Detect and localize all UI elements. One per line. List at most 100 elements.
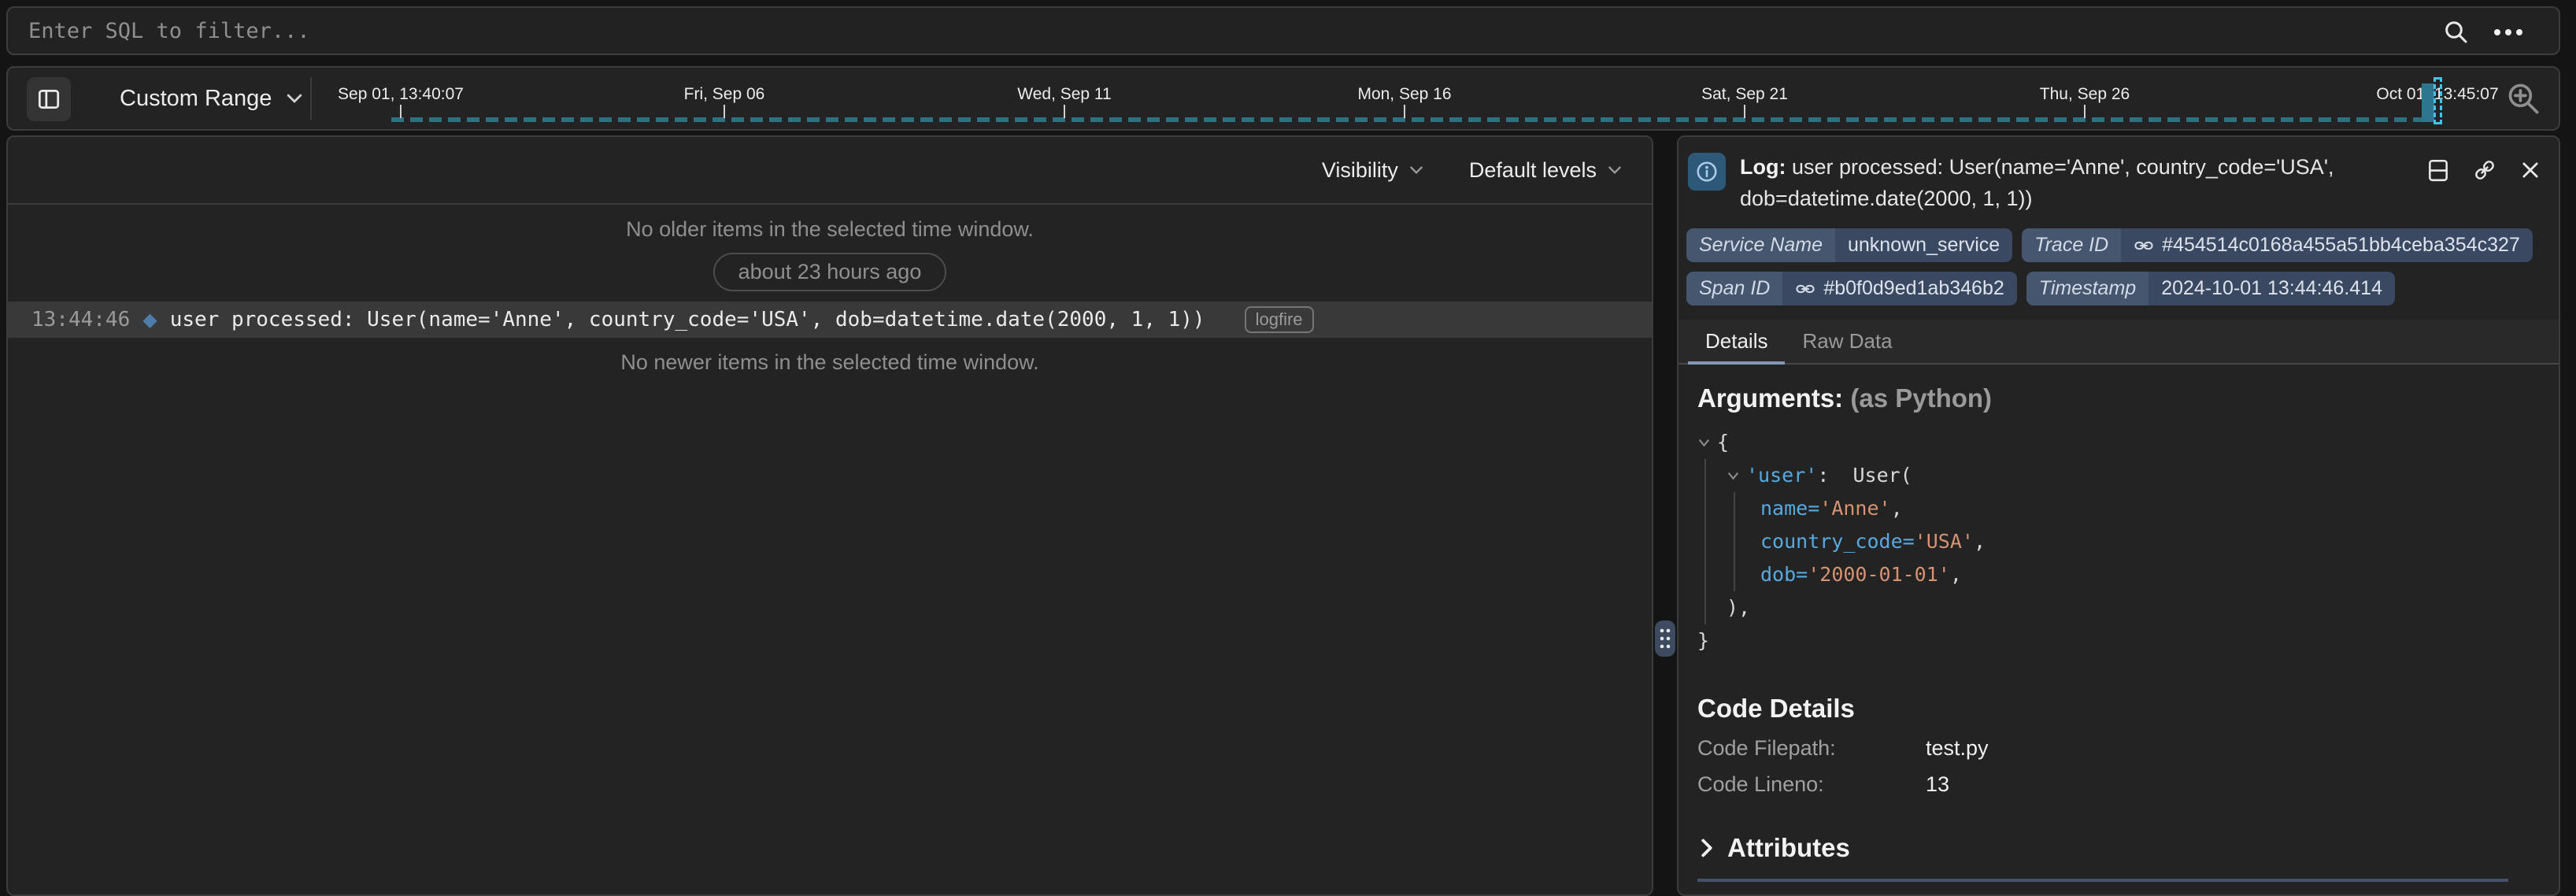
span-id-badge[interactable]: Span ID #b0f0d9ed1ab346b2: [1686, 272, 2017, 305]
timeline-tick-label: Fri, Sep 06: [684, 85, 765, 104]
panel-resize-handle[interactable]: [1655, 620, 1675, 657]
collapse-chevron-icon[interactable]: [1697, 436, 1711, 450]
link-icon: [2134, 235, 2154, 256]
attributes-heading: Attributes: [1727, 833, 1850, 863]
detail-title-prefix: Log:: [1740, 155, 1786, 179]
search-icon[interactable]: [2442, 18, 2471, 46]
code-details-heading: Code Details: [1697, 694, 2540, 724]
link-icon: [1795, 279, 1815, 299]
code-filepath-row: Code Filepath: test.py: [1697, 736, 2540, 761]
span-id-value: #b0f0d9ed1ab346b2: [1823, 277, 2004, 300]
section-divider: [1697, 879, 2508, 882]
code-token-key: dob=: [1760, 558, 1808, 591]
detail-title-text: user processed: User(name='Anne', countr…: [1740, 155, 2334, 210]
code-token: : User(: [1817, 459, 1912, 492]
panel-layout-icon[interactable]: [2426, 157, 2450, 183]
timeline-tick: [400, 105, 402, 118]
zoom-in-icon[interactable]: [2505, 80, 2543, 118]
code-token-string: 'Anne': [1819, 492, 1890, 525]
timeline-histogram-bar[interactable]: [2422, 83, 2434, 122]
code-filepath-label: Code Filepath:: [1697, 736, 1926, 761]
timeline-tick-label: Sep 01, 13:40:07: [338, 85, 464, 104]
chevron-down-icon: [1606, 161, 1623, 179]
panel-left-icon: [35, 86, 62, 113]
log-detail-panel: Log: user processed: User(name='Anne', c…: [1677, 135, 2560, 896]
timeline-tick-label: Sat, Sep 21: [1701, 85, 1788, 104]
code-token-string: 'USA': [1915, 525, 1974, 558]
no-older-items-text: No older items in the selected time wind…: [8, 217, 1652, 242]
code-lineno-label: Code Lineno:: [1697, 772, 1926, 797]
info-level-icon: [1688, 153, 1726, 191]
log-message: user processed: User(name='Anne', countr…: [170, 308, 1205, 331]
code-filepath-value: test.py: [1926, 736, 1989, 761]
visibility-menu-label: Visibility: [1322, 158, 1398, 183]
log-level-diamond-icon: ◆: [142, 309, 157, 331]
sql-filter-input[interactable]: [8, 8, 2559, 54]
log-row[interactable]: 13:44:46 ◆ user processed: User(name='An…: [8, 302, 1652, 338]
default-levels-label: Default levels: [1469, 158, 1597, 183]
more-options-icon[interactable]: [2491, 25, 2526, 39]
copy-link-icon[interactable]: [2472, 157, 2497, 183]
time-range-label: Custom Range: [120, 86, 272, 112]
timeline-tick: [2084, 105, 2086, 118]
timeline-tick-label: Wed, Sep 11: [1017, 85, 1111, 104]
log-tag-badge: logfire: [1245, 306, 1314, 333]
arguments-heading: Arguments: (as Python): [1697, 383, 2540, 413]
arguments-subheading: (as Python): [1850, 383, 1992, 413]
code-token: ,: [1950, 558, 1962, 591]
timeline-axis[interactable]: Sep 01, 13:40:07 Fri, Sep 06 Wed, Sep 11…: [316, 68, 2486, 129]
timeline-tick-label: Mon, Sep 16: [1357, 85, 1451, 104]
chevron-down-icon: [1408, 161, 1425, 179]
code-token: }: [1697, 624, 1709, 657]
trace-id-badge[interactable]: Trace ID #454514c0168a455a51bb4ceba354c3…: [2022, 228, 2533, 262]
timeline-baseline: [391, 117, 2422, 122]
log-list-panel: Visibility Default levels No older items…: [6, 135, 1653, 896]
timeline-selection-region[interactable]: [2434, 77, 2442, 124]
chevron-right-icon: [1697, 838, 1716, 858]
arguments-code-tree: { 'user': User( name='Anne', country_cod…: [1697, 426, 2540, 657]
detail-header: Log: user processed: User(name='Anne', c…: [1678, 137, 2559, 219]
code-token-key: 'user': [1746, 459, 1817, 492]
badge-label: Trace ID: [2022, 228, 2121, 262]
detail-tabs: Details Raw Data: [1678, 320, 2559, 365]
timeline-tick: [1404, 105, 1405, 118]
timeline-tick-label: Thu, Sep 26: [2040, 85, 2130, 104]
badge-label: Span ID: [1686, 272, 1782, 305]
no-newer-items-text: No newer items in the selected time wind…: [8, 350, 1652, 375]
code-token: {: [1717, 426, 1729, 459]
visibility-menu[interactable]: Visibility: [1322, 158, 1425, 183]
chevron-down-icon: [284, 88, 305, 109]
detail-title: Log: user processed: User(name='Anne', c…: [1740, 151, 2370, 214]
tab-raw-data[interactable]: Raw Data: [1785, 320, 1909, 363]
time-range-selector[interactable]: Custom Range: [120, 68, 305, 129]
relative-time-badge[interactable]: about 23 hours ago: [713, 253, 947, 291]
timeline-bar: Custom Range Sep 01, 13:40:07 Fri, Sep 0…: [6, 66, 2560, 131]
code-lineno-value: 13: [1926, 772, 1949, 797]
timeline-tick: [1744, 105, 1745, 118]
timeline-tick: [724, 105, 725, 118]
divider: [310, 77, 312, 120]
trace-id-value: #454514c0168a455a51bb4ceba354c327: [2162, 234, 2520, 257]
tab-details[interactable]: Details: [1688, 320, 1785, 363]
timestamp-badge: Timestamp 2024-10-01 13:44:46.414: [2026, 272, 2395, 305]
code-token-key: name=: [1760, 492, 1819, 525]
code-token: ,: [1974, 525, 1986, 558]
code-token-string: '2000-01-01': [1808, 558, 1950, 591]
code-token: ),: [1727, 591, 1750, 624]
collapse-chevron-icon[interactable]: [1727, 469, 1740, 483]
code-token: ,: [1891, 492, 1903, 525]
close-icon[interactable]: [2519, 159, 2541, 181]
service-name-badge: Service Name unknown_service: [1686, 228, 2012, 262]
badge-value: 2024-10-01 13:44:46.414: [2149, 272, 2395, 305]
arguments-heading-text: Arguments:: [1697, 383, 1843, 413]
code-details-rows: Code Filepath: test.py Code Lineno: 13: [1697, 736, 2540, 797]
attributes-section-toggle[interactable]: Attributes: [1697, 833, 2540, 863]
default-levels-menu[interactable]: Default levels: [1469, 158, 1623, 183]
metadata-badges: Service Name unknown_service Trace ID #4…: [1678, 219, 2559, 305]
badge-label: Timestamp: [2026, 272, 2149, 305]
sidebar-toggle-button[interactable]: [27, 77, 71, 121]
code-lineno-row: Code Lineno: 13: [1697, 772, 2540, 797]
log-list-toolbar: Visibility Default levels: [8, 137, 1652, 205]
badge-value: unknown_service: [1835, 228, 2012, 262]
badge-label: Service Name: [1686, 228, 1835, 262]
